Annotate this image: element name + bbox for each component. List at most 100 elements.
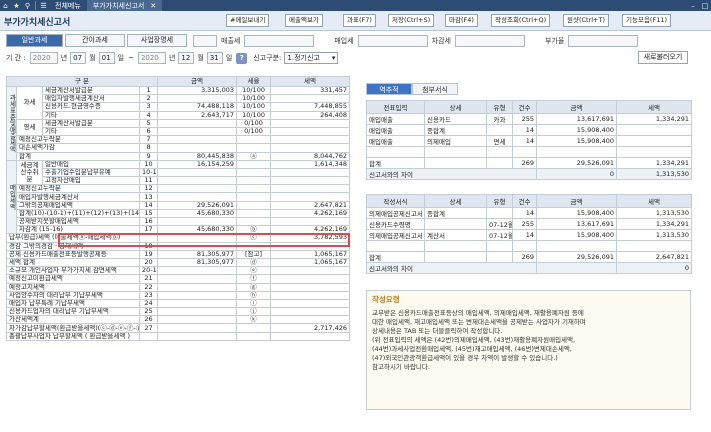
amount-cell[interactable] (157, 192, 238, 202)
reload-button[interactable]: 새로불러오기 (638, 51, 688, 64)
amount-cell[interactable] (157, 118, 238, 128)
tax-cell[interactable]: 3,782,593 (270, 233, 351, 243)
tax-cell[interactable] (270, 307, 351, 317)
tax-cell[interactable]: 1,065,167 (270, 257, 351, 268)
tax-cell[interactable] (270, 266, 351, 276)
tax-cell[interactable] (270, 298, 351, 309)
amount-cell[interactable] (157, 216, 238, 227)
menu-icon[interactable]: ☰ (38, 0, 49, 11)
tax-cell[interactable] (270, 94, 351, 104)
maximize-icon[interactable]: □ (699, 2, 711, 10)
tax-cell[interactable] (270, 290, 351, 300)
tax-cell[interactable] (270, 315, 351, 325)
month-to-input[interactable]: 12 (178, 52, 195, 64)
amount-cell[interactable]: 80,445,838 (157, 151, 238, 161)
tax-cell[interactable]: 2,647,821 (270, 200, 351, 210)
home-icon[interactable]: ⌂ (0, 0, 11, 11)
tax-cell[interactable] (270, 176, 351, 186)
day-from-input[interactable]: 01 (98, 52, 115, 64)
amount-cell[interactable] (157, 266, 238, 276)
close-period-button[interactable]: 마감(F4) (445, 14, 478, 27)
close-icon[interactable]: ✕ (150, 2, 156, 10)
amount-cell[interactable] (157, 126, 238, 137)
tab-simplified-tax[interactable]: 간이과세 (65, 34, 125, 47)
functions-button[interactable]: 기능모음(F11) (622, 14, 672, 27)
tax-cell[interactable] (270, 274, 351, 284)
tax-cell[interactable]: 331,457 (270, 85, 351, 96)
amount-cell[interactable]: 81,305,977 (157, 249, 238, 259)
amount-cell[interactable] (157, 184, 238, 194)
minimize-icon[interactable]: – (687, 2, 699, 10)
amount-cell[interactable]: 16,154,259 (157, 159, 238, 169)
amount-cell[interactable] (157, 331, 238, 341)
amount-cell[interactable] (157, 167, 238, 178)
amount-cell[interactable] (157, 274, 238, 284)
table-row[interactable]: 매입매출 의제매입 면세 14 15,908,400 (366, 135, 692, 147)
amount-cell[interactable] (157, 298, 238, 309)
tax-cell[interactable] (270, 126, 351, 137)
amount-cell[interactable] (157, 143, 238, 153)
amount-cell[interactable]: 74,488,118 (157, 102, 238, 112)
year-to-input[interactable]: 2020 (137, 52, 166, 64)
table-row[interactable]: 매입매출 종합계 14 15,908,400 (366, 124, 692, 136)
amount-cell[interactable] (157, 233, 238, 243)
tax-cell[interactable] (270, 167, 351, 178)
tax-cell[interactable]: 8,044,762 (270, 151, 351, 161)
tax-cell[interactable] (270, 118, 351, 128)
tax-cell[interactable]: 7,448,855 (270, 102, 351, 112)
tax-cell[interactable]: 4,262,169 (270, 208, 351, 219)
amount-cell[interactable] (157, 315, 238, 325)
view-sales-button[interactable]: 메출액보기 (285, 14, 323, 27)
table-row[interactable]: 신용카드수령명 07-12월 255 13,617,691 1,334,291 (366, 218, 692, 230)
amount-cell[interactable] (157, 94, 238, 104)
amount-cell[interactable]: 45,680,330 (157, 208, 238, 219)
tax-cell[interactable]: 4,262,169 (270, 225, 351, 235)
tax-cell[interactable] (270, 192, 351, 202)
tax-cell[interactable] (270, 282, 351, 292)
amount-cell[interactable]: 3,315,003 (157, 85, 238, 96)
tax-cell[interactable] (270, 184, 351, 194)
tab-trace-back[interactable]: 역추적 (366, 83, 412, 95)
month-from-input[interactable]: 07 (70, 52, 87, 64)
amount-cell[interactable] (157, 290, 238, 300)
tax-base-button[interactable]: 과표(F7) (343, 14, 376, 27)
amount-cell[interactable] (157, 282, 238, 292)
amount-cell[interactable] (157, 241, 238, 251)
amount-cell[interactable] (157, 307, 238, 317)
tax-cell[interactable] (270, 241, 351, 251)
tax-cell[interactable]: 1,065,167 (270, 249, 351, 259)
inquiry-button[interactable]: 작성조회(Ctrl+Q) (491, 14, 551, 27)
table-row[interactable]: 의제매입공제신고서 종합계 14 15,908,400 1,313,530 (366, 207, 692, 219)
year-from-input[interactable]: 2020 (29, 52, 58, 64)
amount-cell[interactable] (157, 323, 238, 333)
tax-cell[interactable]: 1,614,348 (270, 159, 351, 169)
table-row[interactable]: 의제매입공제신고서 계산서 07-12월 14 15,908,400 1,313,530 (366, 229, 692, 241)
tab-vat-report[interactable]: 부가가치세신고서 ✕ (86, 0, 163, 11)
tax-cell[interactable] (270, 135, 351, 145)
amount-cell[interactable]: 29,526,091 (157, 200, 238, 210)
day-to-input[interactable]: 31 (206, 52, 223, 64)
help-icon[interactable]: ? (236, 52, 248, 64)
amount-cell[interactable] (157, 176, 238, 186)
amount-cell[interactable]: 45,680,330 (157, 225, 238, 235)
table-row[interactable]: 매입매출 신용카드 카과 255 13,617,691 1,334,291 (366, 113, 692, 125)
tab-business-detail[interactable]: 사업장명세 (127, 34, 187, 47)
tax-cell[interactable] (270, 331, 351, 341)
tax-cell[interactable]: 264,408 (270, 110, 351, 120)
amount-cell[interactable]: 81,305,977 (157, 257, 238, 268)
amount-cell[interactable]: 2,643,717 (157, 110, 238, 120)
send-mail-button[interactable]: #메일보내기 (226, 14, 270, 27)
table-row[interactable] (366, 240, 692, 252)
tab-general-tax[interactable]: 일반과세 (6, 34, 63, 47)
save-button[interactable]: 저장(Ctrl+S) (388, 14, 435, 27)
table-row[interactable] (366, 146, 692, 158)
amount-cell[interactable] (157, 135, 238, 145)
tax-cell[interactable] (270, 216, 351, 227)
star-icon[interactable]: ★ (11, 0, 22, 11)
tab-attachments[interactable]: 첨부서식 (412, 83, 458, 95)
report-type-select[interactable]: 1.정기신고 ▾ (284, 52, 339, 64)
tab-all-menu[interactable]: 전체메뉴 (49, 0, 87, 11)
search-icon[interactable]: ⚲ (22, 0, 33, 11)
tax-cell[interactable]: 2,717,426 (270, 323, 351, 333)
one-shot-button[interactable]: 원샷(Ctrl+T) (563, 14, 610, 27)
